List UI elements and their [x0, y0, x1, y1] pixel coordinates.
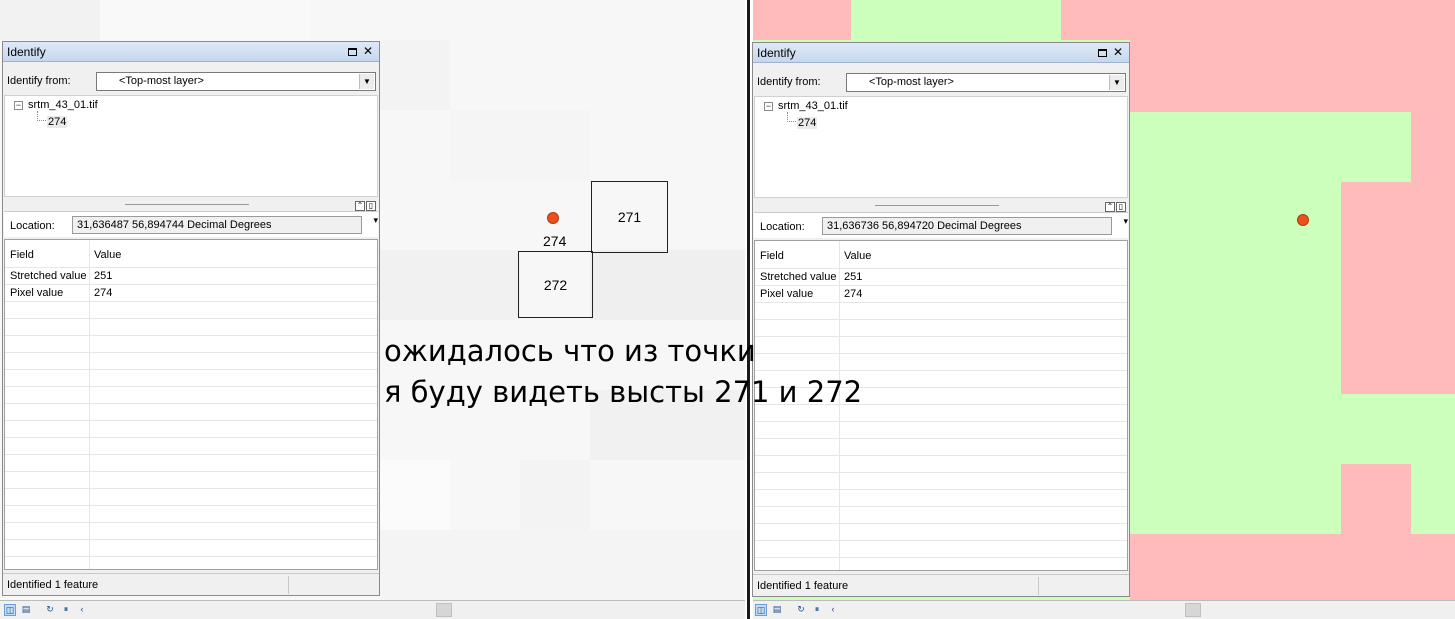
panel-splitter[interactable]: [875, 205, 999, 206]
collapse-up-icon[interactable]: ⌃: [1105, 202, 1115, 212]
identify-window-right: Identify ✕ Identify from: <Top-most laye…: [752, 42, 1130, 597]
identify-from-dropdown[interactable]: <Top-most layer> ▼: [96, 72, 376, 91]
pixel-box-label: 272: [543, 276, 568, 293]
close-icon[interactable]: ✕: [361, 43, 375, 59]
close-icon[interactable]: ✕: [1111, 44, 1125, 60]
location-menu-icon[interactable]: ▾: [373, 215, 378, 226]
identify-titlebar[interactable]: Identify ✕: [3, 42, 379, 62]
collapse-up-icon[interactable]: ⌃: [355, 201, 365, 211]
window-title: Identify: [757, 46, 796, 60]
pixel-box-271: 271: [591, 181, 668, 253]
pixel-box-label: 271: [617, 209, 642, 225]
tree-layer-node[interactable]: srtm_43_01.tif: [778, 100, 848, 112]
cell-value: 251: [94, 270, 113, 282]
status-text: Identified 1 feature: [757, 580, 849, 592]
column-header-value: Value: [844, 250, 872, 262]
chevron-down-icon[interactable]: ▼: [1109, 75, 1124, 90]
refresh-icon[interactable]: ↻: [44, 604, 56, 616]
tree-value-node[interactable]: 274: [47, 116, 68, 128]
horizontal-scrollbar[interactable]: [436, 603, 452, 617]
map-bottom-toolbar: ◫ ▤ ↻ ⏸ ‹: [753, 600, 1455, 619]
window-maximize-icon[interactable]: [345, 43, 359, 59]
results-tree: − srtm_43_01.tif 274: [4, 95, 378, 197]
grid-header: Field Value: [5, 240, 377, 268]
attributes-grid: Field Value Stretched value 251 Pixel va…: [4, 239, 378, 570]
table-row[interactable]: Stretched value 251: [5, 268, 377, 285]
identify-point-marker: [547, 212, 559, 224]
cell-field: Pixel value: [760, 288, 814, 300]
column-header-value: Value: [94, 249, 122, 261]
identify-titlebar[interactable]: Identify ✕: [753, 43, 1129, 63]
location-label: Location:: [10, 220, 55, 232]
tree-collapse-icon[interactable]: −: [14, 101, 23, 110]
refresh-icon[interactable]: ↻: [795, 604, 807, 616]
identify-from-dropdown[interactable]: <Top-most layer> ▼: [846, 73, 1126, 92]
tree-value-node[interactable]: 274: [797, 117, 818, 129]
identify-from-value: <Top-most layer>: [119, 75, 204, 87]
location-panel: Location: 31,636736 56,894720 Decimal De…: [754, 212, 1128, 238]
pixel-box-272: 272: [518, 251, 593, 318]
grid-header: Field Value: [755, 241, 1127, 269]
cell-value: 251: [844, 271, 863, 283]
splitter-buttons: ⌃ ▯: [1104, 200, 1126, 212]
status-text: Identified 1 feature: [7, 579, 99, 591]
tree-connector: [787, 112, 796, 122]
layout-view-icon[interactable]: ▤: [20, 604, 32, 616]
horizontal-scrollbar[interactable]: [1185, 603, 1201, 617]
layout-view-icon[interactable]: ▤: [771, 604, 783, 616]
cell-field: Pixel value: [10, 287, 64, 299]
location-menu-icon[interactable]: ▾: [1123, 216, 1128, 227]
tree-collapse-icon[interactable]: −: [764, 102, 773, 111]
identify-from-label: Identify from:: [757, 76, 821, 88]
location-value[interactable]: 31,636487 56,894744 Decimal Degrees: [72, 216, 362, 234]
location-panel: Location: 31,636487 56,894744 Decimal De…: [4, 211, 378, 237]
cell-field: Stretched value: [760, 271, 837, 283]
layout-toggle-icon[interactable]: ▯: [366, 201, 376, 211]
chevron-down-icon[interactable]: ▼: [359, 74, 374, 89]
status-bar: Identified 1 feature: [753, 574, 1129, 596]
table-row[interactable]: Pixel value 274: [755, 286, 1127, 303]
data-view-icon[interactable]: ◫: [4, 604, 16, 616]
tree-connector: [37, 111, 46, 121]
table-row[interactable]: Stretched value 251: [755, 269, 1127, 286]
cell-value: 274: [94, 287, 113, 299]
scroll-left-icon[interactable]: ‹: [76, 604, 88, 616]
pause-icon[interactable]: ⏸: [60, 604, 72, 616]
cell-field: Stretched value: [10, 270, 87, 282]
location-label: Location:: [760, 221, 805, 233]
column-header-field: Field: [760, 250, 784, 262]
layout-toggle-icon[interactable]: ▯: [1116, 202, 1126, 212]
window-maximize-icon[interactable]: [1095, 44, 1109, 60]
identify-window-left: Identify ✕ Identify from: <Top-most laye…: [2, 41, 380, 596]
scroll-left-icon[interactable]: ‹: [827, 604, 839, 616]
identify-from-label: Identify from:: [7, 75, 71, 87]
data-view-icon[interactable]: ◫: [755, 604, 767, 616]
annotation-caption-line1: ожидалось что из точки: [384, 334, 756, 368]
window-title: Identify: [7, 45, 46, 59]
identify-from-value: <Top-most layer>: [869, 76, 954, 88]
annotation-caption-line2: я буду видеть высты 271 и 272: [384, 375, 863, 409]
panel-splitter[interactable]: [125, 204, 249, 205]
location-value[interactable]: 31,636736 56,894720 Decimal Degrees: [822, 217, 1112, 235]
column-header-field: Field: [10, 249, 34, 261]
results-tree: − srtm_43_01.tif 274: [754, 96, 1128, 198]
splitter-buttons: ⌃ ▯: [354, 199, 376, 211]
map-bottom-toolbar: ◫ ▤ ↻ ⏸ ‹: [0, 600, 745, 619]
cell-value: 274: [844, 288, 863, 300]
tree-layer-node[interactable]: srtm_43_01.tif: [28, 99, 98, 111]
pause-icon[interactable]: ⏸: [811, 604, 823, 616]
point-value-label: 274: [543, 233, 567, 249]
table-row[interactable]: Pixel value 274: [5, 285, 377, 302]
status-bar: Identified 1 feature: [3, 573, 379, 595]
identify-point-marker: [1297, 214, 1309, 226]
